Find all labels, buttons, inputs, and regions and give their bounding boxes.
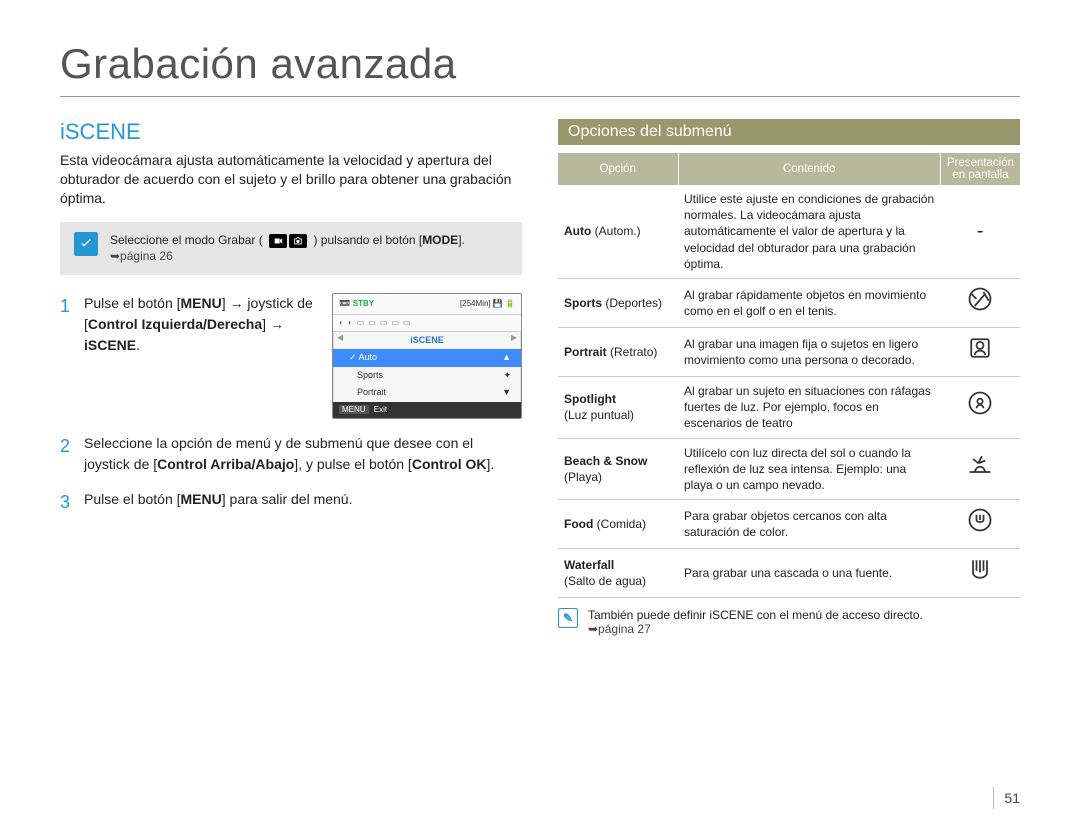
lcd-stby: STBY: [353, 299, 374, 308]
lcd-item-auto: ✓ Auto▲: [333, 349, 521, 367]
display-icon-cell: [940, 549, 1020, 598]
lcd-item-sports: Sports✦: [333, 367, 521, 385]
th-content: Contenido: [678, 153, 940, 185]
display-icon-cell: [940, 278, 1020, 327]
display-icon-cell: [940, 376, 1020, 438]
info-icon: ✎: [558, 608, 578, 628]
th-display: Presentación en pantalla: [940, 153, 1020, 185]
table-row: Auto (Autom.)Utilice este ajuste en cond…: [558, 185, 1020, 278]
step-number-2: 2: [60, 433, 74, 475]
option-cell: Portrait (Retrato): [558, 327, 678, 376]
display-icon-cell: [940, 327, 1020, 376]
portrait-icon: [966, 334, 994, 362]
notice-text-end: ].: [458, 233, 465, 247]
notice-text-pre: Seleccione el modo Grabar (: [110, 233, 263, 247]
page-number: 51: [993, 787, 1020, 809]
submenu-options-header: Opciones del submenú: [558, 119, 1020, 145]
option-cell: Sports (Deportes): [558, 278, 678, 327]
lcd-footer: MENU Exit: [333, 402, 521, 418]
step-number-3: 3: [60, 489, 74, 516]
step-number-1: 1: [60, 293, 74, 419]
content-cell: Al grabar una imagen fija o sujetos en l…: [678, 327, 940, 376]
lcd-icon-row: ◐◐▭▭▭▭▭: [333, 315, 521, 332]
display-icon-cell: [940, 500, 1020, 549]
lcd-preview: 📼 STBY [254Min] 💾 🔋 ◐◐▭▭▭▭▭ ◀iSCENE▶ ✓ A…: [332, 293, 522, 419]
option-cell: Beach & Snow(Playa): [558, 438, 678, 500]
lcd-tab-label: iSCENE: [402, 332, 452, 350]
waterfall-icon: [966, 555, 994, 583]
spotlight-icon: [966, 389, 994, 417]
option-cell: Spotlight(Luz puntual): [558, 376, 678, 438]
food-icon: [966, 506, 994, 534]
lcd-item-portrait: Portrait▼: [333, 384, 521, 402]
page-ref-26: ➥página 26: [110, 249, 173, 263]
notice-text-post: ) pulsando el botón [: [313, 233, 422, 247]
sports-icon: [966, 285, 994, 313]
table-row: Spotlight(Luz puntual)Al grabar un sujet…: [558, 376, 1020, 438]
video-icon: [269, 234, 287, 248]
content-cell: Utilice este ajuste en condiciones de gr…: [678, 185, 940, 278]
mode-label: MODE: [422, 233, 458, 247]
table-row: Beach & Snow(Playa)Utilícelo con luz dir…: [558, 438, 1020, 500]
page-ref-27: ➥página 27: [588, 622, 651, 636]
section-heading-iscene: iSCENE: [60, 119, 522, 145]
option-cell: Waterfall(Salto de agua): [558, 549, 678, 598]
camera-icon: [289, 234, 307, 248]
beach-icon: [966, 451, 994, 479]
lcd-time: [254Min]: [460, 299, 491, 308]
display-icon-cell: -: [940, 185, 1020, 278]
content-cell: Para grabar una cascada o una fuente.: [678, 549, 940, 598]
table-row: Food (Comida)Para grabar objetos cercano…: [558, 500, 1020, 549]
options-table: Opción Contenido Presentación en pantall…: [558, 153, 1020, 598]
page-title: Grabación avanzada: [60, 40, 1020, 97]
content-cell: Utilícelo con luz directa del sol o cuan…: [678, 438, 940, 500]
option-cell: Auto (Autom.): [558, 185, 678, 278]
table-row: Sports (Deportes)Al grabar rápidamente o…: [558, 278, 1020, 327]
table-row: Portrait (Retrato)Al grabar una imagen f…: [558, 327, 1020, 376]
display-icon-cell: [940, 438, 1020, 500]
mode-icons: [268, 234, 308, 248]
content-cell: Al grabar un sujeto en situaciones con r…: [678, 376, 940, 438]
footnote-box: ✎ También puede definir iSCENE con el me…: [558, 608, 1020, 636]
option-cell: Food (Comida): [558, 500, 678, 549]
notice-box: Seleccione el modo Grabar ( ) pulsando e…: [60, 222, 522, 276]
check-icon: [74, 232, 98, 256]
footnote-text: También puede definir iSCENE con el menú…: [588, 608, 923, 622]
table-row: Waterfall(Salto de agua)Para grabar una …: [558, 549, 1020, 598]
content-cell: Al grabar rápidamente objetos en movimie…: [678, 278, 940, 327]
content-cell: Para grabar objetos cercanos con alta sa…: [678, 500, 940, 549]
intro-text: Esta videocámara ajusta automáticamente …: [60, 151, 522, 208]
th-option: Opción: [558, 153, 678, 185]
